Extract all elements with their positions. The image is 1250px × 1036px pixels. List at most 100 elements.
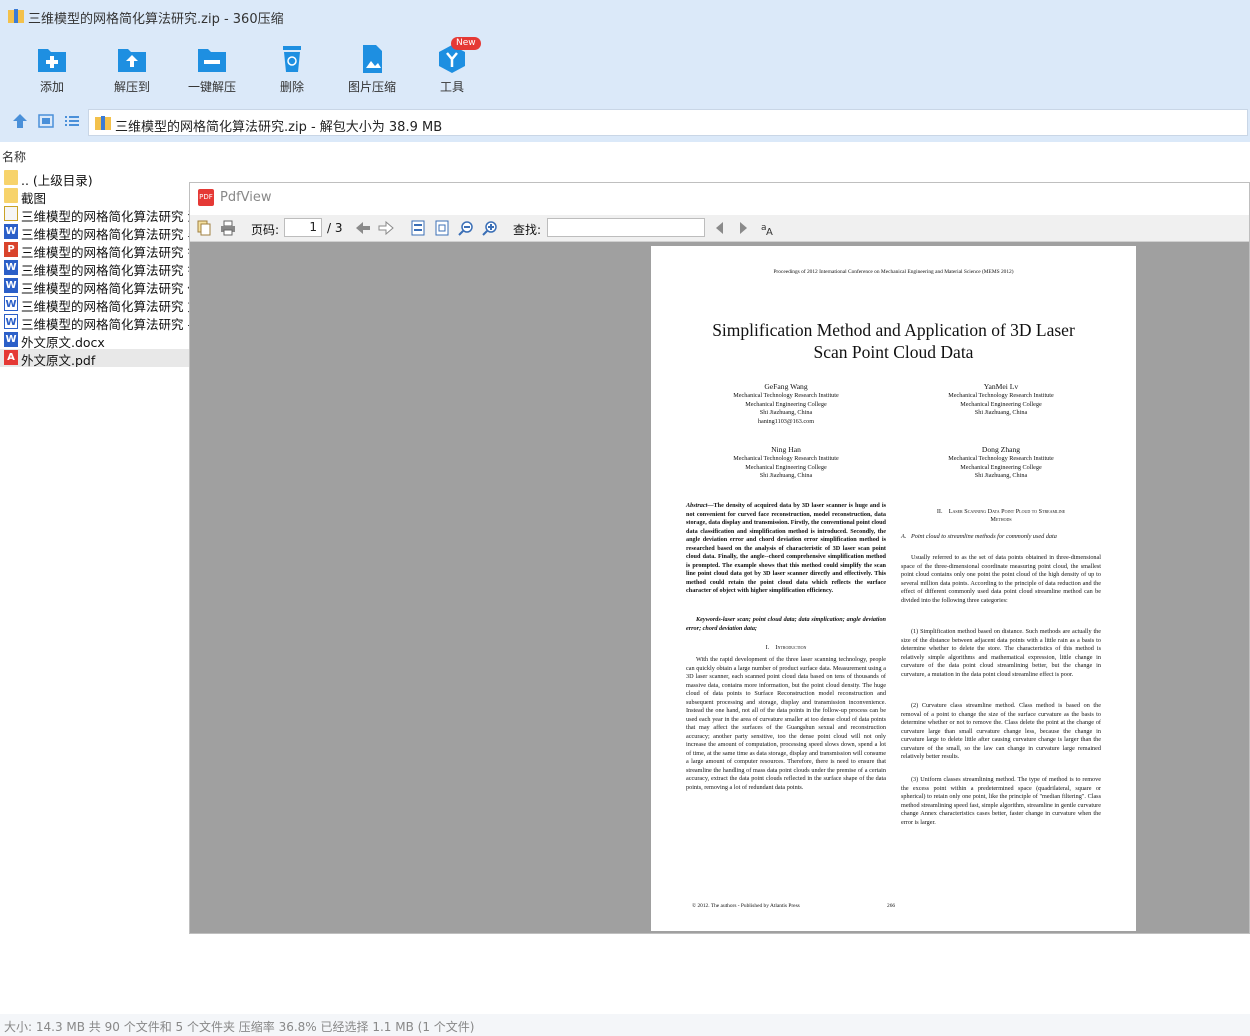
- author-name: Ning Han: [771, 445, 801, 454]
- tools-button[interactable]: New 工具: [413, 37, 491, 97]
- list-item[interactable]: W 三维模型的网格简化算法研究 文: [0, 295, 190, 313]
- one-click-extract-button[interactable]: 一键解压: [173, 39, 251, 97]
- section-heading-introduction: I. Introduction: [765, 644, 807, 651]
- main-toolbar: 添加 解压到 一键解压 删除 图片压缩 New 工具: [0, 34, 1250, 102]
- address-bar[interactable]: 三维模型的网格简化算法研究.zip - 解包大小为 38.9 MB: [88, 109, 1248, 136]
- search-label: 查找:: [513, 223, 542, 237]
- file-name: 三维模型的网格简化算法研究 毕: [21, 227, 190, 241]
- print-icon[interactable]: [220, 220, 236, 236]
- status-bar: 大小: 14.3 MB 共 90 个文件和 5 个文件夹 压缩率 36.8% 已…: [0, 1014, 1250, 1036]
- section-2a-paragraph-3: (2) Curvature class streamline method. C…: [901, 702, 1101, 760]
- previous-page-icon[interactable]: [355, 220, 371, 236]
- word-outline-icon: W: [4, 296, 18, 311]
- section-2a-paragraph-2: (1) Simplification method based on dista…: [901, 628, 1101, 678]
- up-arrow-icon[interactable]: [11, 112, 29, 130]
- abstract-lead: Abstract—: [686, 502, 714, 509]
- author-affiliation: Mechanical Technology Research Institute: [733, 455, 839, 462]
- image-compress-label: 图片压缩: [347, 80, 396, 94]
- page-total: / 3: [327, 221, 343, 235]
- author-affiliation: Mechanical Engineering College: [745, 400, 827, 408]
- keywords-lead: Keywords-: [696, 616, 723, 623]
- file-name: 截图: [21, 191, 47, 205]
- document-icon: [4, 206, 18, 221]
- title-bar: 三维模型的网格简化算法研究.zip - 360压缩: [0, 0, 1250, 34]
- word-icon: W: [4, 278, 18, 293]
- author-block: Ning Han Mechanical Technology Research …: [686, 445, 886, 481]
- file-name: 三维模型的网格简化算法研究 文: [21, 299, 190, 313]
- page-footer-number: 266: [887, 903, 896, 909]
- pdf-icon: A: [4, 350, 18, 365]
- file-list: .. (上级目录) 截图 三维模型的网格简化算法研究 源 W 三维模型的网格简化…: [0, 168, 190, 548]
- one-click-extract-icon: [198, 49, 226, 72]
- thumbnail-view-icon[interactable]: [37, 112, 55, 130]
- list-item[interactable]: W 三维模型的网格简化算法研究 答: [0, 259, 190, 277]
- author-affiliation: Shi Jiazhuang, China: [974, 409, 1028, 416]
- author-block: YanMei Lv Mechanical Technology Research…: [901, 382, 1101, 418]
- status-text: 大小: 14.3 MB 共 90 个文件和 5 个文件夹 压缩率 36.8% 已…: [4, 1020, 475, 1034]
- delete-label: 删除: [279, 80, 304, 94]
- fit-width-icon[interactable]: [410, 220, 426, 236]
- page-number-input[interactable]: 1: [284, 218, 322, 237]
- pdf-page: Proceedings of 2012 International Confer…: [651, 246, 1136, 931]
- search-previous-icon[interactable]: [712, 220, 728, 236]
- paper-title-line-1: Simplification Method and Application of…: [712, 320, 1075, 340]
- author-name: GeFang Wang: [764, 382, 808, 391]
- search-input[interactable]: [547, 218, 705, 237]
- subsection-heading-a: A. Point cloud to streamline methods for…: [901, 533, 1057, 540]
- list-item[interactable]: .. (上级目录): [0, 169, 190, 187]
- section-2a-paragraph-1: Usually referred to as the set of data p…: [901, 554, 1101, 604]
- list-item[interactable]: W 三维模型的网格简化算法研究 任: [0, 277, 190, 295]
- author-affiliation: Shi Jiazhuang, China: [759, 472, 813, 479]
- author-affiliation: Mechanical Engineering College: [745, 463, 827, 471]
- file-name: 三维模型的网格简化算法研究 任: [21, 281, 190, 295]
- extract-to-button[interactable]: 解压到: [93, 39, 171, 97]
- address-text: 三维模型的网格简化算法研究.zip - 解包大小为 38.9 MB: [115, 120, 443, 135]
- tools-label: 工具: [439, 80, 464, 94]
- match-case-icon[interactable]: aA: [760, 220, 776, 236]
- author-affiliation: Mechanical Engineering College: [960, 400, 1042, 408]
- add-button[interactable]: 添加: [13, 39, 91, 97]
- list-item[interactable]: W 三维模型的网格简化算法研究 毕: [0, 223, 190, 241]
- list-item[interactable]: W 三维模型的网格简化算法研究 -中: [0, 313, 190, 331]
- page-footer-copyright: © 2012. The authors - Published by Atlan…: [692, 903, 800, 909]
- introduction-text: With the rapid development of the three …: [686, 656, 886, 791]
- file-name: 三维模型的网格简化算法研究 答: [21, 245, 190, 259]
- window-title: 三维模型的网格简化算法研究.zip - 360压缩: [28, 12, 284, 27]
- zip-archive-icon: [8, 9, 24, 23]
- word-icon: W: [4, 332, 18, 347]
- navigation-bar: 三维模型的网格简化算法研究.zip - 解包大小为 38.9 MB: [0, 102, 1250, 142]
- copy-icon[interactable]: [196, 220, 212, 236]
- author-block: GeFang Wang Mechanical Technology Resear…: [686, 382, 886, 426]
- author-name: Dong Zhang: [981, 445, 1021, 454]
- page-label: 页码:: [251, 223, 280, 237]
- paper-title-line-2: Scan Point Cloud Data: [813, 342, 974, 362]
- list-item[interactable]: A 外文原文.pdf: [0, 349, 190, 367]
- add-label: 添加: [39, 80, 64, 94]
- list-item[interactable]: P 三维模型的网格简化算法研究 答: [0, 241, 190, 259]
- file-name: 外文原文.pdf: [21, 353, 96, 367]
- zoom-in-icon[interactable]: [482, 220, 498, 236]
- list-item[interactable]: W 外文原文.docx: [0, 331, 190, 349]
- pdf-viewer-window: PDF PdfView 页码: 1 / 3 查找: a A Proceeding…: [189, 182, 1250, 934]
- pdf-document-view[interactable]: Proceedings of 2012 International Confer…: [190, 242, 1249, 933]
- extract-to-label: 解压到: [113, 80, 150, 94]
- next-page-icon[interactable]: [378, 220, 394, 236]
- file-name: 外文原文.docx: [21, 335, 105, 349]
- pdf-app-icon: PDF: [198, 189, 214, 206]
- author-email: haning1103@163.com: [757, 417, 815, 425]
- zip-archive-icon: [95, 116, 111, 130]
- delete-button[interactable]: 删除: [253, 39, 331, 97]
- image-compress-button[interactable]: 图片压缩: [333, 39, 411, 97]
- author-affiliation: Mechanical Technology Research Institute: [948, 455, 1054, 462]
- file-name: 三维模型的网格简化算法研究 -中: [21, 317, 190, 331]
- column-name[interactable]: 名称: [2, 148, 26, 165]
- list-item[interactable]: 截图: [0, 187, 190, 205]
- list-view-icon[interactable]: [63, 112, 81, 130]
- search-next-icon[interactable]: [735, 220, 751, 236]
- zoom-out-icon[interactable]: [458, 220, 474, 236]
- add-icon: [38, 49, 66, 72]
- list-item[interactable]: 三维模型的网格简化算法研究 源: [0, 205, 190, 223]
- author-affiliation: Mechanical Technology Research Institute: [733, 392, 839, 399]
- fit-page-icon[interactable]: [434, 220, 450, 236]
- keywords: Keywords-laser scan; point cloud data; d…: [686, 616, 886, 633]
